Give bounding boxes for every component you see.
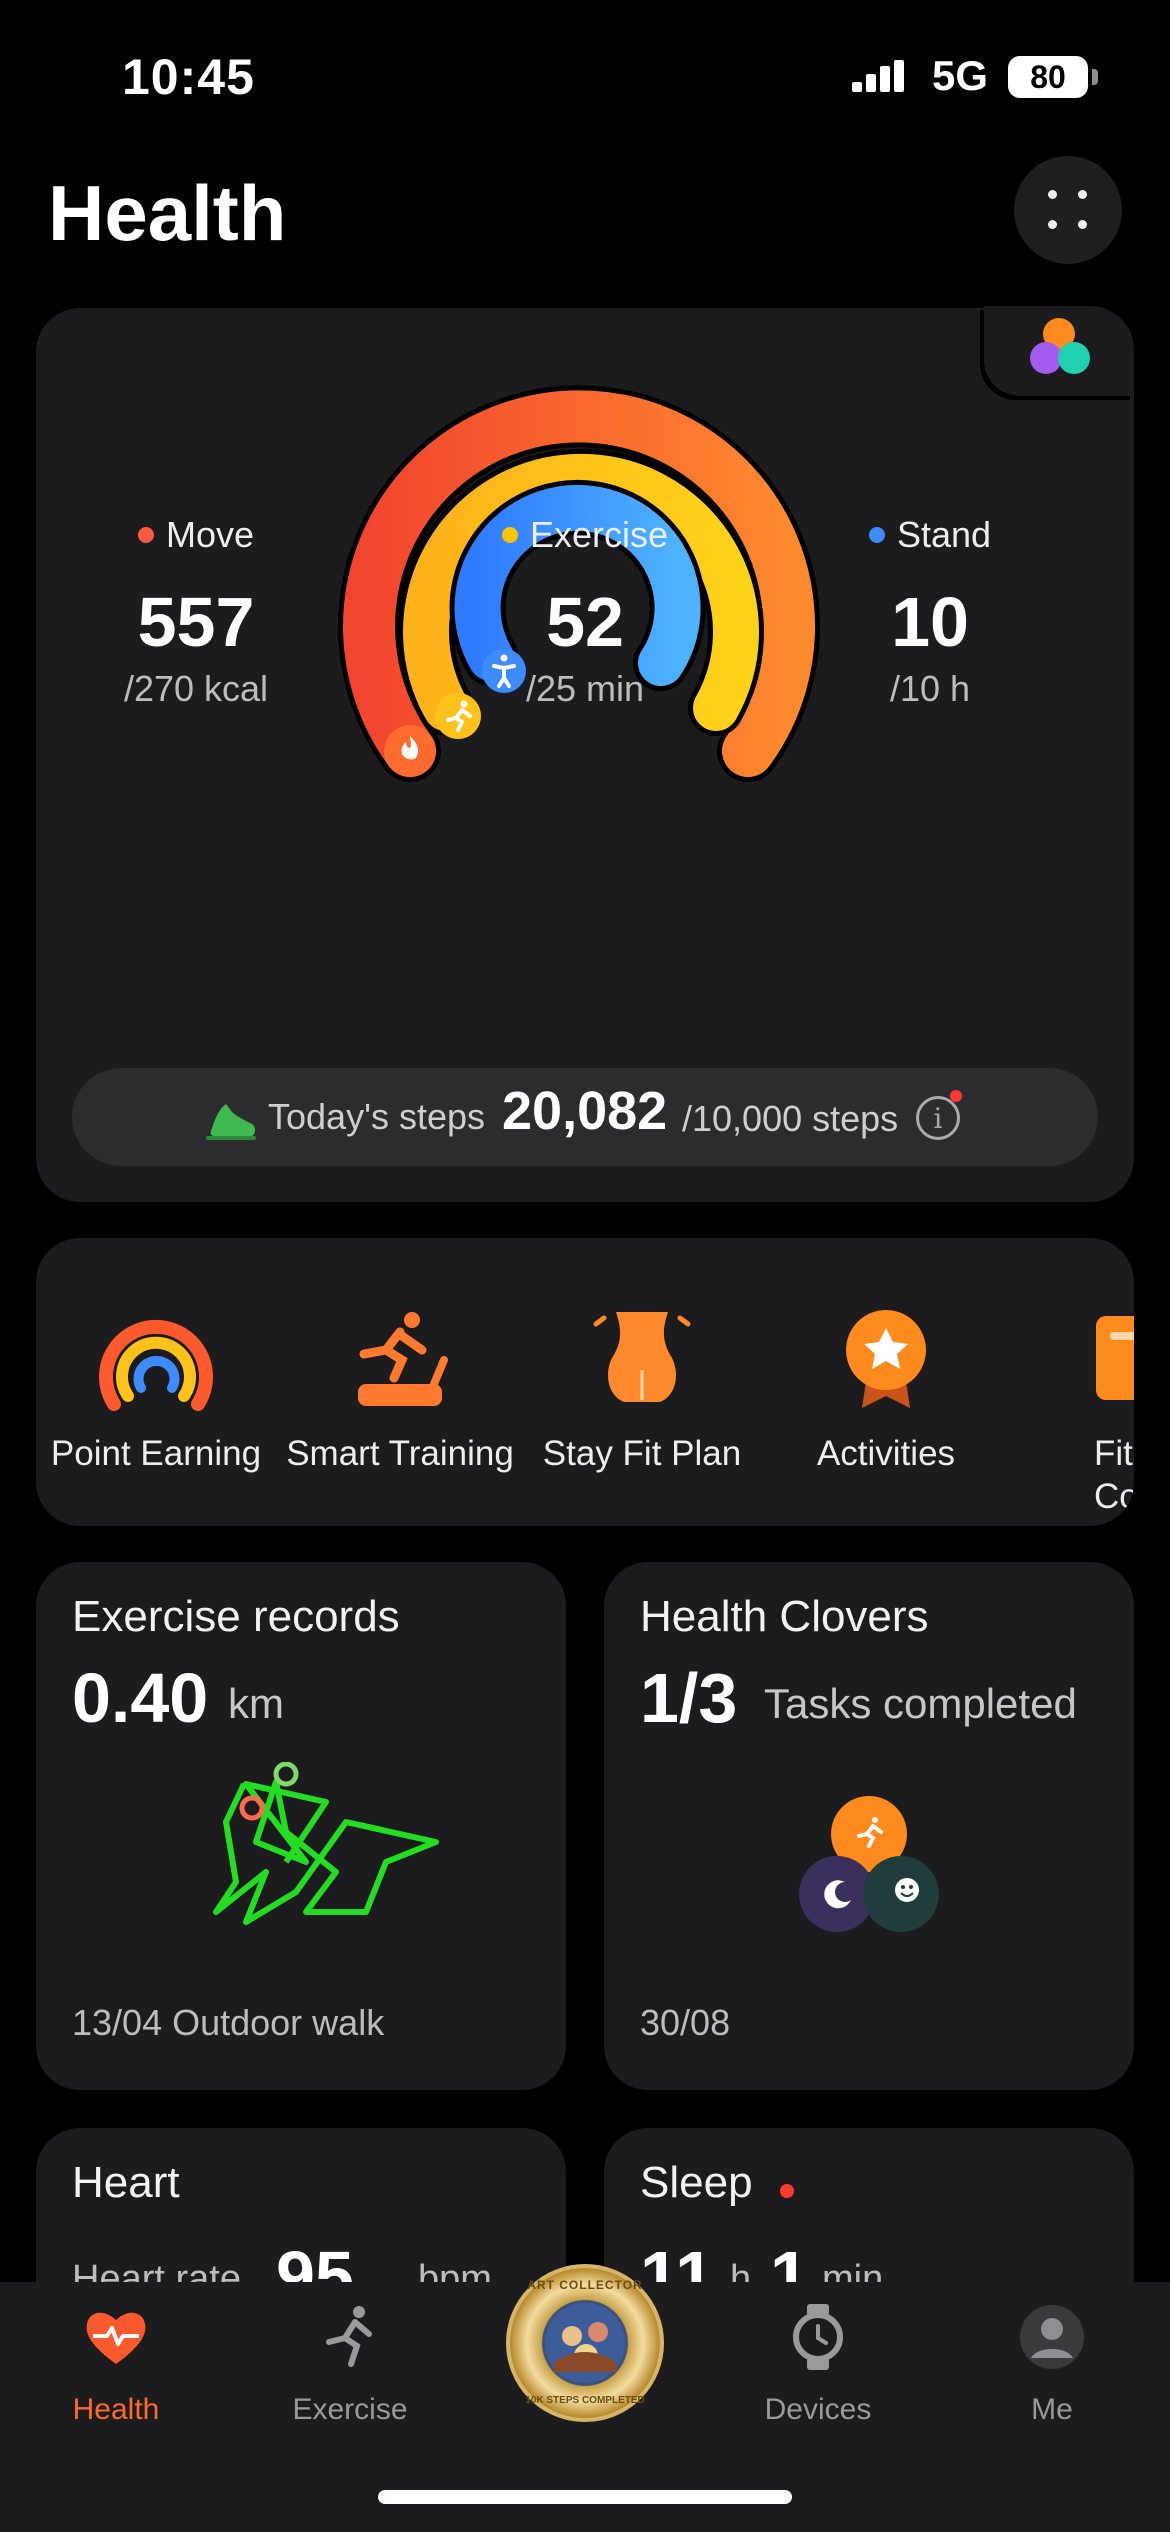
exercise-dot-icon: [501, 527, 518, 543]
quick-label: Activities: [816, 1434, 956, 1473]
exercise-label: Exercise: [529, 514, 669, 555]
smile-icon: [895, 1878, 919, 1902]
health-clovers-tile[interactable]: Health Clovers 1/3 Tasks completed 30/08: [604, 1562, 1134, 2090]
medal-artwork-icon: [545, 2303, 625, 2383]
medal-bottom-text: 10K STEPS COMPLETED: [525, 2395, 645, 2406]
quick-label: Smart Training: [286, 1434, 514, 1473]
exercise-stat: Exercise 52 /25 min: [425, 514, 745, 710]
heart-pulse-icon: [86, 2312, 146, 2364]
profile-icon: [1020, 2305, 1084, 2369]
tile-title: Heart: [72, 2158, 180, 2207]
activities-entry[interactable]: Activities: [766, 1238, 1006, 1526]
medal-badge-button[interactable]: ART COLLECTOR 10K STEPS COMPLETED: [506, 2264, 664, 2422]
exercise-value: 52: [546, 583, 624, 661]
stand-goal: /10 h: [889, 668, 971, 709]
stand-value: 10: [891, 583, 969, 661]
nav-label: Devices: [764, 2393, 872, 2426]
exercise-footer: 13/04 Outdoor walk: [72, 2002, 385, 2043]
notification-dot: [950, 1090, 962, 1102]
clovers-footer: 30/08: [640, 2002, 731, 2043]
info-icon[interactable]: i: [916, 1096, 960, 1140]
quick-entries-card: Point Earning Smart Training Stay Fit Pl…: [36, 1238, 1134, 1526]
fitness-course-entry[interactable]: Fitn Cou: [1008, 1238, 1134, 1526]
dot-icon: [1048, 190, 1057, 199]
nav-label: Health: [72, 2393, 160, 2426]
medal-star-icon: [846, 1310, 926, 1408]
route-map: [213, 1762, 439, 1925]
tile-title: Health Clovers: [640, 1592, 929, 1641]
move-label: Move: [165, 514, 255, 555]
stand-dot-icon: [868, 527, 885, 543]
clovers-count: 1/3: [640, 1659, 738, 1737]
tile-title: Exercise records: [72, 1592, 400, 1641]
status-time: 10:45: [122, 49, 255, 105]
battery-icon: 80: [1008, 56, 1098, 98]
color-dots-icon: [1030, 318, 1090, 374]
steps-label: Today's steps: [268, 1096, 485, 1137]
stay-fit-plan-entry[interactable]: Stay Fit Plan: [522, 1238, 762, 1526]
move-goal: /270 kcal: [123, 668, 269, 709]
status-bar: 10:45 5G 80: [0, 0, 1170, 150]
dot-icon: [1048, 220, 1057, 229]
nav-label: Me: [1031, 2393, 1073, 2426]
stand-label: Stand: [896, 514, 992, 555]
exercise-distance: 0.40: [72, 1659, 209, 1737]
network-type: 5G: [932, 52, 989, 99]
notification-dot: [780, 2184, 794, 2198]
nav-devices[interactable]: Devices: [718, 2302, 918, 2427]
stand-stat: Stand 10 /10 h: [770, 514, 1090, 710]
treadmill-icon: [358, 1312, 448, 1406]
clovers-unit: Tasks completed: [764, 1680, 1077, 1727]
nav-exercise[interactable]: Exercise: [250, 2302, 450, 2427]
tile-title: Sleep: [640, 2158, 753, 2207]
clovers-icon: [799, 1796, 939, 1932]
signal-icon: [852, 60, 904, 92]
steps-value: 20,082: [502, 1081, 668, 1141]
grid-menu-button[interactable]: [1014, 156, 1122, 264]
smart-training-entry[interactable]: Smart Training: [280, 1238, 520, 1526]
move-dot-icon: [137, 527, 154, 543]
move-value: 557: [137, 583, 255, 661]
ring-theme-button[interactable]: [984, 306, 1134, 396]
page-title: Health: [48, 169, 287, 257]
shoe-icon: [206, 1104, 256, 1140]
quick-label: Stay Fit Plan: [542, 1434, 742, 1473]
runner-icon: [326, 2306, 372, 2367]
move-stat: Move 557 /270 kcal: [36, 514, 356, 710]
nav-health[interactable]: Health: [16, 2302, 216, 2427]
point-earning-entry[interactable]: Point Earning: [36, 1238, 276, 1526]
nav-me[interactable]: Me: [952, 2302, 1152, 2427]
quick-label: Point Earning: [50, 1434, 262, 1473]
exercise-goal: /25 min: [525, 668, 645, 709]
home-indicator[interactable]: [378, 2490, 792, 2504]
dot-icon: [1078, 220, 1087, 229]
battery-level: 80: [1030, 58, 1066, 95]
exercise-records-tile[interactable]: Exercise records 0.40 km 13/04 Outdoor w…: [36, 1562, 566, 2090]
body-shape-icon: [593, 1312, 691, 1402]
dot-icon: [1078, 190, 1087, 199]
steps-goal: /10,000 steps: [682, 1098, 899, 1139]
exercise-unit: km: [228, 1680, 284, 1727]
medal-top-text: ART COLLECTOR: [527, 2278, 643, 2292]
quick-label: Fitn Cou: [1094, 1434, 1134, 1516]
nav-label: Exercise: [292, 2393, 408, 2426]
fitness-course-icon: [1096, 1316, 1134, 1400]
watch-icon: [793, 2304, 843, 2370]
rings-icon: [99, 1319, 213, 1411]
